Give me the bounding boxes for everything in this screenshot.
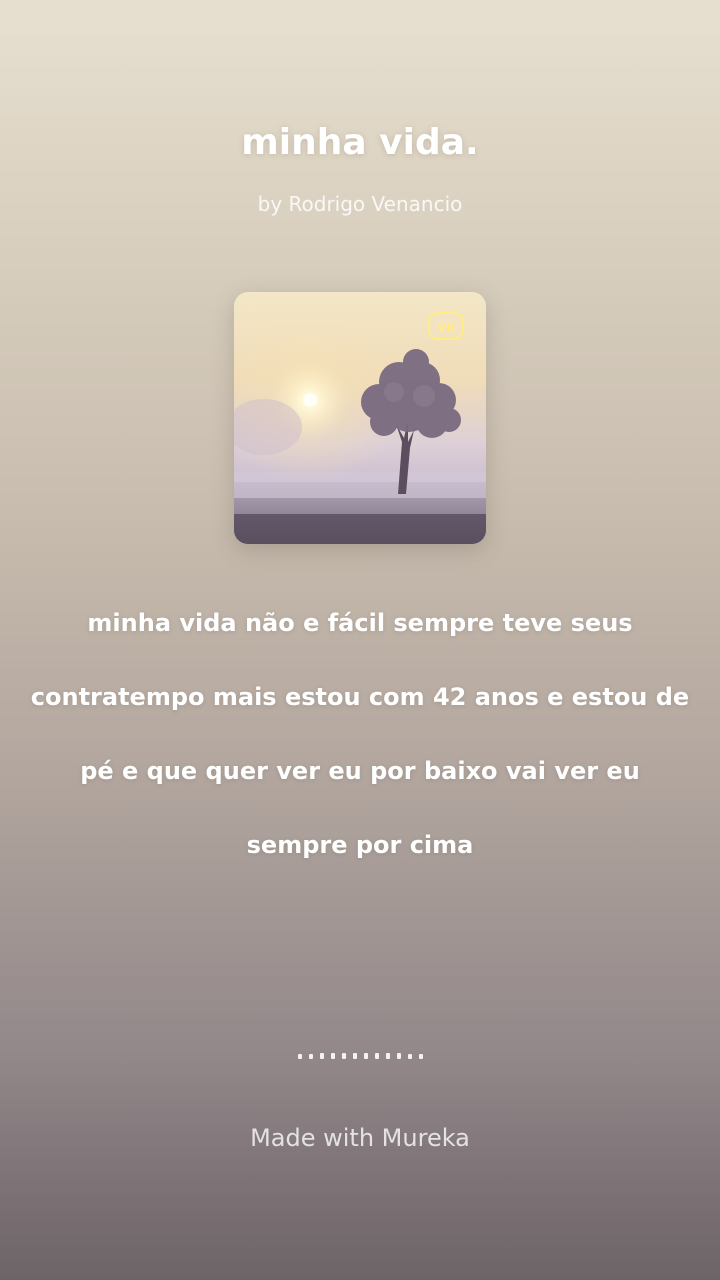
lyric-line: contratempo mais estou com 42 anos e est… — [30, 683, 690, 711]
song-title: minha vida. — [241, 122, 479, 163]
lyrics-block: minha vida não e fácil sempre teve seus … — [20, 586, 700, 882]
album-cover: V8 — [234, 292, 486, 544]
audio-waveform-dots-icon — [0, 1050, 720, 1059]
made-with-mureka-footer: Made with Mureka — [250, 1124, 470, 1152]
lyric-line: minha vida não e fácil sempre teve seus — [87, 609, 633, 637]
lyric-line: sempre por cima — [246, 831, 474, 859]
lyric-line: pé e que quer ver eu por baixo vai ver e… — [80, 757, 640, 785]
model-version-badge: V8 — [428, 312, 464, 340]
artist-name: by Rodrigo Venancio — [257, 192, 463, 216]
